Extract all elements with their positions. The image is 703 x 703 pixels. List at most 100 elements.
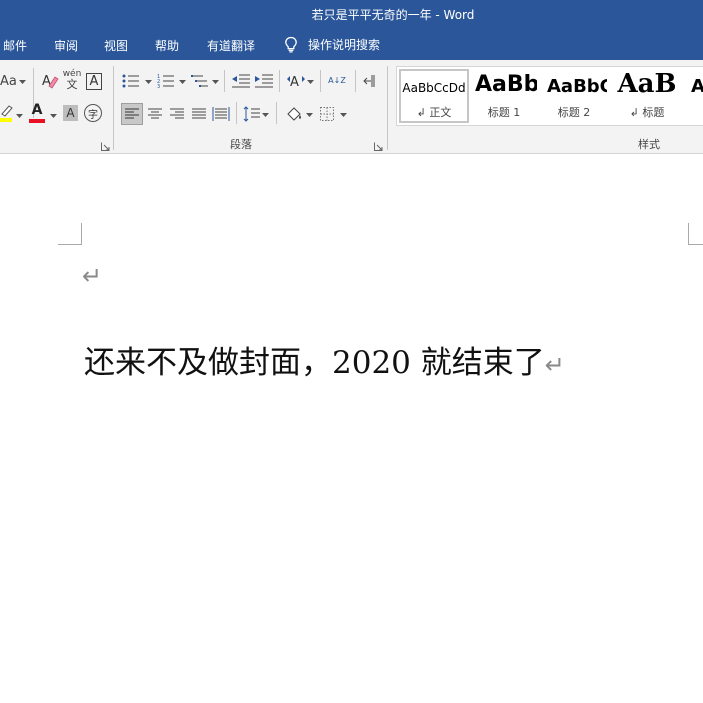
distributed-icon bbox=[212, 107, 230, 121]
tab-view[interactable]: 视图 bbox=[104, 37, 128, 54]
chevron-down-icon bbox=[19, 79, 26, 84]
line-spacing-button[interactable] bbox=[242, 104, 262, 124]
style-heading-1[interactable]: AaBb 标题 1 bbox=[471, 69, 537, 123]
chinese-layout-dropdown[interactable] bbox=[307, 78, 314, 85]
tab-help[interactable]: 帮助 bbox=[155, 37, 179, 54]
svg-text:A: A bbox=[290, 75, 299, 89]
increase-indent-icon bbox=[255, 74, 273, 88]
chevron-down-icon bbox=[179, 79, 186, 84]
numbering-dropdown[interactable] bbox=[179, 78, 186, 85]
clear-formatting-button[interactable]: A bbox=[40, 71, 60, 91]
sort-button[interactable]: A↓Z bbox=[327, 71, 347, 91]
bullets-dropdown[interactable] bbox=[145, 78, 152, 85]
page-margin-corner-right bbox=[688, 223, 703, 245]
line-spacing-dropdown[interactable] bbox=[262, 111, 269, 118]
borders-icon bbox=[320, 107, 334, 121]
font-color-dropdown[interactable] bbox=[50, 112, 57, 119]
chevron-down-icon bbox=[306, 112, 313, 117]
font-dialog-launcher-icon[interactable] bbox=[101, 142, 110, 151]
multilevel-list-dropdown[interactable] bbox=[212, 78, 219, 85]
style-sample: AaBbCcDd bbox=[402, 81, 466, 95]
chevron-down-icon bbox=[262, 112, 269, 117]
tab-mailings[interactable]: 邮件 bbox=[3, 37, 27, 54]
clear-formatting-icon: A bbox=[42, 74, 59, 89]
character-shading-button[interactable]: A bbox=[63, 105, 78, 121]
separator bbox=[355, 70, 356, 92]
separator bbox=[320, 70, 321, 92]
paragraph-mark: ↵ bbox=[544, 351, 565, 379]
sort-label: A↓Z bbox=[328, 76, 346, 85]
paragraph-mark-icon bbox=[363, 75, 375, 87]
separator bbox=[279, 70, 280, 92]
font-color-swatch bbox=[29, 119, 45, 123]
borders-button[interactable] bbox=[318, 105, 336, 123]
style-name: 标题 2 bbox=[557, 106, 591, 119]
chevron-down-icon bbox=[145, 79, 152, 84]
separator bbox=[236, 102, 237, 124]
chevron-down-icon bbox=[16, 113, 23, 118]
character-border-label: A bbox=[89, 74, 99, 89]
chevron-down-icon bbox=[340, 112, 347, 117]
document-body-paragraph[interactable]: 还来不及做封面，2020 就结束了↵ bbox=[84, 337, 565, 381]
window-title: 若只是平平无奇的一年 - Word bbox=[311, 8, 475, 22]
align-center-button[interactable] bbox=[146, 105, 164, 123]
tab-review[interactable]: 审阅 bbox=[54, 37, 78, 54]
highlight-dropdown[interactable] bbox=[16, 112, 23, 119]
chevron-down-icon bbox=[212, 79, 219, 84]
ribbon-tabs: 邮件 审阅 视图 帮助 有道翻译 操作说明搜索 bbox=[0, 28, 703, 60]
tab-youdao-translate[interactable]: 有道翻译 bbox=[207, 37, 255, 54]
align-left-button[interactable] bbox=[121, 103, 143, 125]
tell-me-label: 操作说明搜索 bbox=[308, 37, 381, 52]
increase-indent-button[interactable] bbox=[254, 72, 274, 90]
style-heading-2[interactable]: AaBbC 标题 2 bbox=[541, 69, 607, 123]
multilevel-list-button[interactable] bbox=[191, 72, 209, 90]
character-border-button[interactable]: A bbox=[86, 73, 102, 90]
phonetic-guide-sub: 文 bbox=[66, 77, 78, 91]
show-hide-marks-button[interactable] bbox=[361, 72, 377, 90]
align-center-icon bbox=[148, 108, 162, 119]
paragraph-group-label: 段落 bbox=[230, 138, 252, 151]
highlighter-icon bbox=[0, 105, 13, 122]
paint-bucket-icon bbox=[287, 107, 301, 121]
chinese-layout-button[interactable]: A bbox=[286, 72, 306, 90]
enclose-characters-button[interactable]: 字 bbox=[84, 104, 102, 122]
style-sample: AaB bbox=[617, 69, 677, 99]
paragraph-dialog-launcher-icon[interactable] bbox=[374, 142, 383, 151]
chevron-down-icon bbox=[50, 113, 57, 118]
bullets-button[interactable] bbox=[122, 72, 140, 90]
svg-text:3: 3 bbox=[157, 84, 160, 89]
empty-paragraph-mark: ↵ bbox=[82, 262, 103, 290]
style-title[interactable]: AaB ↲ 标题 bbox=[611, 69, 683, 123]
shading-button[interactable] bbox=[283, 103, 305, 125]
distributed-button[interactable] bbox=[211, 104, 231, 124]
font-color-button[interactable]: A bbox=[28, 102, 46, 124]
decrease-indent-icon bbox=[232, 74, 250, 88]
chinese-layout-icon: A bbox=[287, 75, 305, 89]
align-left-icon bbox=[125, 108, 139, 119]
shading-dropdown[interactable] bbox=[306, 111, 313, 118]
style-more[interactable]: A bbox=[687, 69, 703, 123]
style-name: ↲ 标题 bbox=[629, 106, 665, 119]
phonetic-guide-button[interactable]: wén 文 bbox=[62, 68, 82, 92]
change-case-dropdown[interactable] bbox=[19, 78, 26, 85]
numbering-icon: 1 2 3 bbox=[157, 74, 174, 89]
numbering-button[interactable]: 1 2 3 bbox=[157, 72, 175, 90]
multilevel-list-icon bbox=[191, 75, 208, 87]
tell-me-search[interactable]: 操作说明搜索 bbox=[284, 34, 380, 54]
body-text: 还来不及做封面，2020 就结束了 bbox=[84, 345, 545, 381]
align-right-button[interactable] bbox=[168, 105, 186, 123]
change-case-label: Aa bbox=[0, 73, 17, 89]
decrease-indent-button[interactable] bbox=[231, 72, 251, 90]
document-canvas[interactable]: ↵ bbox=[0, 155, 703, 703]
justify-button[interactable] bbox=[190, 105, 208, 123]
style-sample: AaBb bbox=[475, 72, 537, 97]
separator bbox=[276, 102, 277, 124]
justify-icon bbox=[192, 108, 206, 119]
separator bbox=[224, 70, 225, 92]
borders-dropdown[interactable] bbox=[340, 111, 347, 118]
style-sample: AaBbC bbox=[547, 76, 607, 97]
text-highlight-button[interactable] bbox=[0, 103, 14, 123]
style-normal[interactable]: AaBbCcDd ↲ 正文 bbox=[399, 69, 469, 123]
style-sample: A bbox=[691, 76, 703, 97]
bullets-icon bbox=[122, 74, 139, 88]
